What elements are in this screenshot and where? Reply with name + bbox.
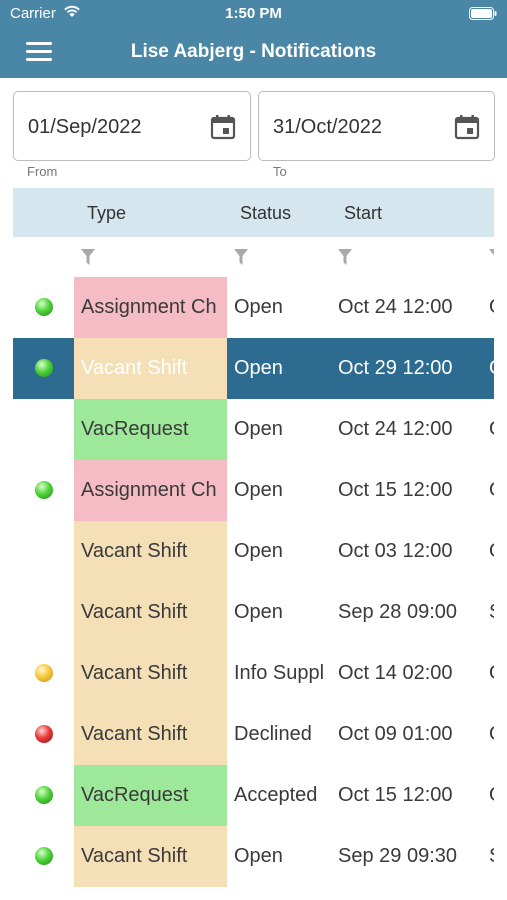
type-label: Vacant Shift xyxy=(81,357,188,379)
status-dot-icon xyxy=(35,359,53,377)
start-label: Oct 15 12:00 xyxy=(338,479,453,501)
start-label: Sep 29 09:30 xyxy=(338,845,457,867)
from-date-value: 01/Sep/2022 xyxy=(28,116,142,138)
type-label: Vacant Shift xyxy=(81,662,188,684)
type-label: Vacant Shift xyxy=(81,845,188,867)
from-date-field[interactable]: 01/Sep/2022 xyxy=(13,91,251,161)
start-label: Oct 15 12:00 xyxy=(338,784,453,806)
start-label: Oct 09 01:00 xyxy=(338,723,453,745)
clock: 1:50 PM xyxy=(225,5,282,22)
type-cell: Assignment Ch xyxy=(74,460,227,521)
type-cell: Assignment Ch xyxy=(74,277,227,338)
type-cell: Vacant Shift xyxy=(74,704,227,765)
table-row[interactable]: Vacant Shift Info Suppl Oct 14 02:00 O xyxy=(13,643,494,704)
status-dot-icon xyxy=(35,664,53,682)
status-label: Declined xyxy=(234,723,312,745)
type-label: VacRequest xyxy=(81,784,189,806)
clipped-column-label: O xyxy=(489,418,494,441)
table-row[interactable]: Vacant Shift Open Oct 03 12:00 O xyxy=(13,521,494,582)
start-label: Sep 28 09:00 xyxy=(338,601,457,623)
grid-header: Type Status Start xyxy=(13,188,494,237)
column-header-status[interactable]: Status xyxy=(240,203,291,224)
clipped-column-label: O xyxy=(489,357,494,380)
clipped-column-label: S xyxy=(489,845,494,868)
start-label: Oct 24 12:00 xyxy=(338,296,453,318)
filter-funnel-icon[interactable] xyxy=(337,248,353,271)
to-caption: To xyxy=(273,164,287,179)
status-label: Open xyxy=(234,357,283,379)
table-row[interactable]: Vacant Shift Declined Oct 09 01:00 O xyxy=(13,704,494,765)
status-dot-icon xyxy=(35,481,53,499)
clipped-column-label: S xyxy=(489,601,494,624)
status-label: Open xyxy=(234,296,283,318)
calendar-icon[interactable] xyxy=(454,114,480,145)
type-cell: Vacant Shift xyxy=(74,643,227,704)
filter-funnel-icon[interactable] xyxy=(233,248,249,271)
status-dot-icon xyxy=(35,298,53,316)
status-dot-icon xyxy=(35,786,53,804)
table-row[interactable]: VacRequest Open Oct 24 12:00 O xyxy=(13,399,494,460)
type-cell: VacRequest xyxy=(74,765,227,826)
type-cell: VacRequest xyxy=(74,399,227,460)
clipped-column-label: O xyxy=(489,479,494,502)
filter-row xyxy=(13,238,494,276)
clipped-column-label: O xyxy=(489,784,494,807)
start-label: Oct 14 02:00 xyxy=(338,662,453,684)
status-label: Open xyxy=(234,601,283,623)
status-label: Accepted xyxy=(234,784,318,806)
to-date-value: 31/Oct/2022 xyxy=(273,116,382,138)
status-label: Open xyxy=(234,845,283,867)
status-bar: Carrier 1:50 PM xyxy=(0,0,507,28)
status-label: Open xyxy=(234,479,283,501)
table-row[interactable]: Assignment Ch Open Oct 15 12:00 O xyxy=(13,460,494,521)
table-row[interactable]: Vacant Shift Open Sep 28 09:00 S xyxy=(13,582,494,643)
type-label: Assignment Ch xyxy=(81,296,217,318)
from-caption: From xyxy=(27,164,58,179)
type-cell: Vacant Shift xyxy=(74,582,227,643)
status-dot-icon xyxy=(35,725,53,743)
clipped-column-label: O xyxy=(489,296,494,319)
type-label: Vacant Shift xyxy=(81,723,188,745)
type-label: Vacant Shift xyxy=(81,601,188,623)
clipped-column-label: O xyxy=(489,540,494,563)
status-dot-icon xyxy=(35,847,53,865)
start-label: Oct 03 12:00 xyxy=(338,540,453,562)
type-label: Assignment Ch xyxy=(81,479,217,501)
notification-list: Assignment ChOpenOct 24 12:00OVacant Shi… xyxy=(13,277,494,887)
battery-icon xyxy=(469,7,497,25)
clipped-column-label: O xyxy=(489,662,494,685)
column-header-start[interactable]: Start xyxy=(344,203,382,224)
page-title: Lise Aabjerg - Notifications xyxy=(130,41,377,62)
nav-bar: Lise Aabjerg - Notifications xyxy=(0,28,507,78)
type-cell: Vacant Shift xyxy=(74,521,227,582)
type-label: Vacant Shift xyxy=(81,540,188,562)
table-row[interactable]: VacRequest Accepted Oct 15 12:00 O xyxy=(13,765,494,826)
start-label: Oct 29 12:00 xyxy=(338,357,453,379)
type-label: VacRequest xyxy=(81,418,189,440)
table-row[interactable]: Vacant Shift Open Sep 29 09:30 S xyxy=(13,826,494,887)
table-row[interactable]: Assignment Ch Open Oct 24 12:00 O xyxy=(13,277,494,338)
clipped-column-label: O xyxy=(489,723,494,746)
to-date-field[interactable]: 31/Oct/2022 xyxy=(258,91,495,161)
filter-funnel-icon[interactable] xyxy=(488,248,494,271)
type-cell: Vacant Shift xyxy=(74,826,227,887)
calendar-icon[interactable] xyxy=(210,114,236,145)
table-row[interactable]: Vacant Shift Open Oct 29 12:00 O xyxy=(13,338,494,399)
type-cell: Vacant Shift xyxy=(74,338,227,399)
status-label: Open xyxy=(234,540,283,562)
column-header-type[interactable]: Type xyxy=(87,203,126,224)
filter-funnel-icon[interactable] xyxy=(80,248,96,271)
start-label: Oct 24 12:00 xyxy=(338,418,453,440)
status-label: Open xyxy=(234,418,283,440)
status-label: Info Suppl xyxy=(234,662,325,684)
